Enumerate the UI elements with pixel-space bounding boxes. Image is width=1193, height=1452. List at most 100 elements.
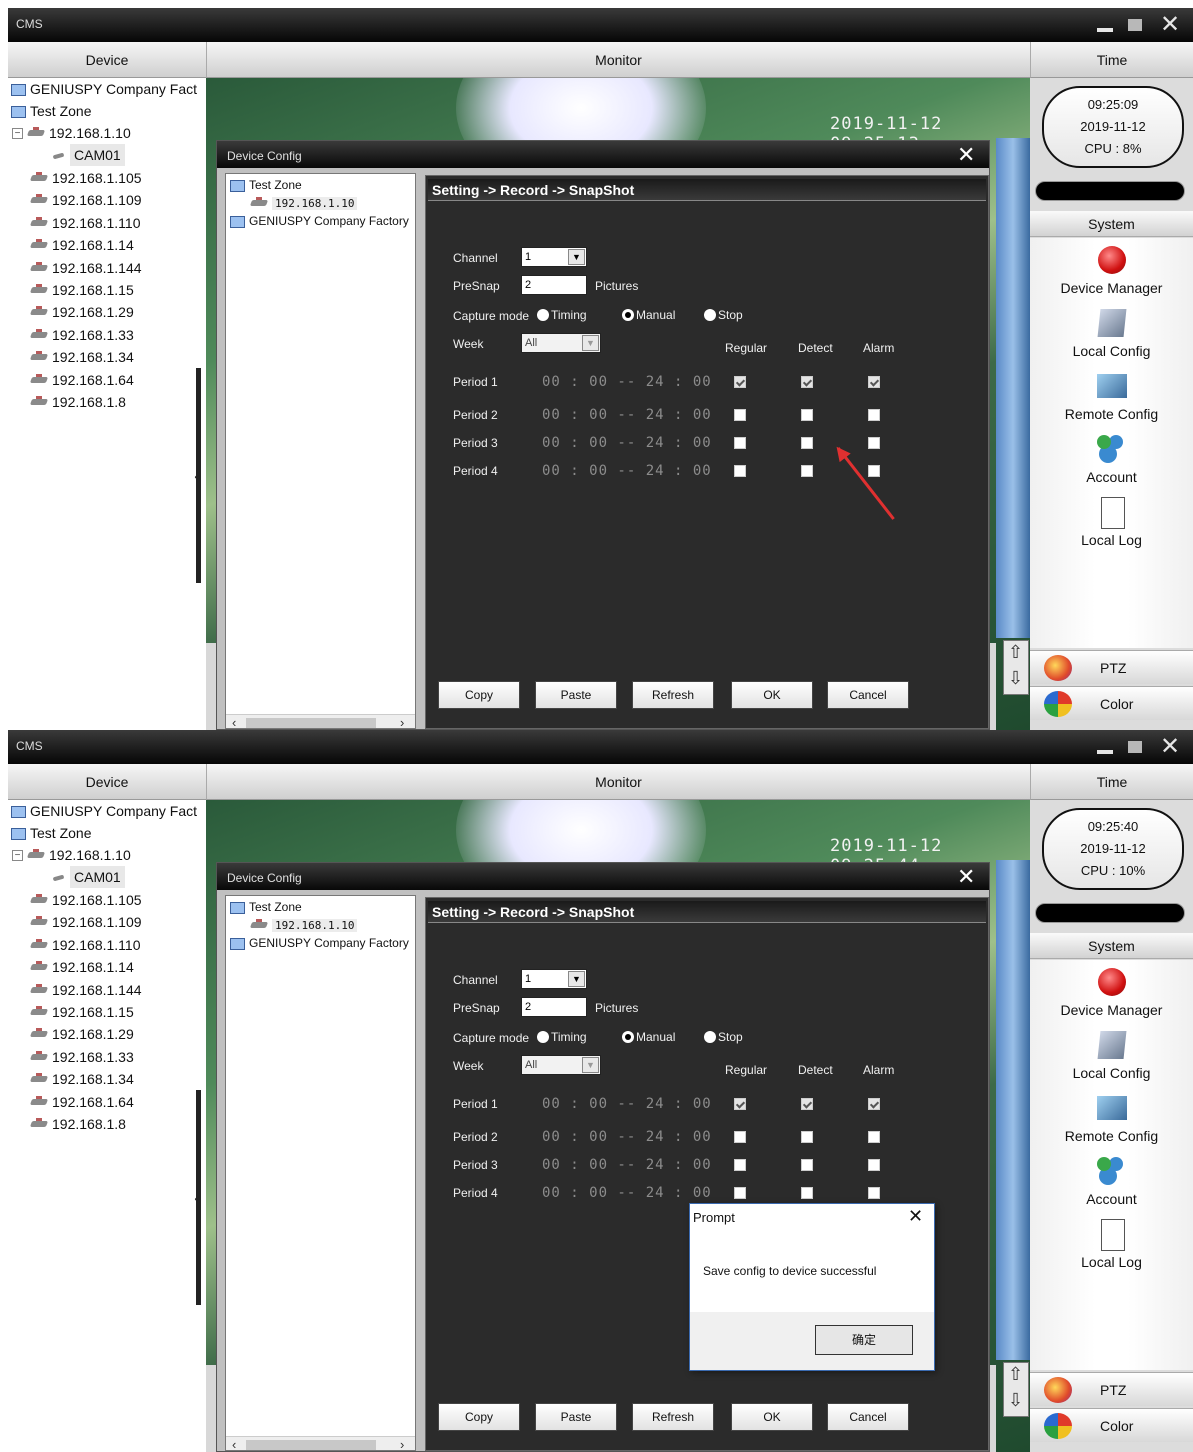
radio-icon[interactable] [537, 309, 549, 321]
period-time-range[interactable]: 00 : 00 -- 24 : 00 [542, 435, 712, 451]
close-icon[interactable]: ✕ [908, 1206, 923, 1227]
system-item-local-log[interactable]: Local Log [1030, 496, 1193, 548]
tree-item-device[interactable]: 192.168.1.15 [30, 1001, 134, 1023]
system-item-local-log[interactable]: Local Log [1030, 1218, 1193, 1270]
period-alarm-checkbox[interactable] [868, 437, 880, 449]
period-time-range[interactable]: 00 : 00 -- 24 : 00 [542, 374, 712, 390]
cancel-button[interactable]: Cancel [827, 1403, 909, 1431]
capture-mode-radio-manual[interactable]: Manual [622, 1030, 675, 1044]
tree-item-cam01[interactable]: CAM01 [52, 144, 125, 166]
period-time-range[interactable]: 00 : 00 -- 24 : 00 [542, 1157, 712, 1173]
ok-button[interactable]: OK [731, 681, 813, 709]
tree-item-device[interactable]: 192.168.1.109 [30, 189, 142, 211]
period-regular-checkbox[interactable] [734, 1131, 746, 1143]
tree-item-device[interactable]: 192.168.1.33 [30, 324, 134, 346]
period-alarm-checkbox[interactable] [868, 1131, 880, 1143]
period-regular-checkbox[interactable] [734, 376, 746, 388]
capture-mode-radio-manual[interactable]: Manual [622, 308, 675, 322]
scroll-thumb[interactable] [246, 1440, 376, 1450]
ptz-button[interactable]: PTZ [1030, 1372, 1193, 1406]
arrow-down-icon[interactable]: ⇩ [1008, 669, 1023, 687]
collapse-icon[interactable]: − [12, 127, 23, 139]
system-item-account[interactable]: Account [1030, 1155, 1193, 1207]
tree-item-device[interactable]: 192.168.1.34 [30, 1068, 134, 1090]
tree-item-cam01[interactable]: CAM01 [52, 866, 125, 888]
presnap-input[interactable]: 2 [521, 275, 587, 295]
capture-mode-radio-stop[interactable]: Stop [704, 1030, 743, 1044]
tree-item-device[interactable]: 192.168.1.64 [30, 1091, 134, 1113]
tree-item-device[interactable]: 192.168.1.14 [30, 234, 134, 256]
presnap-input[interactable]: 2 [521, 997, 587, 1017]
week-select[interactable]: All ▼ [521, 333, 601, 353]
arrow-up-icon[interactable]: ⇧ [1008, 1365, 1023, 1383]
tree-item-device[interactable]: 192.168.1.10 [250, 196, 358, 210]
tree-item-factory[interactable]: GENIUSPY Company Factory [229, 936, 409, 950]
period-alarm-checkbox[interactable] [868, 1098, 880, 1110]
close-icon[interactable]: ✕ [1158, 735, 1182, 759]
paste-button[interactable]: Paste [535, 681, 617, 709]
tree-item-device[interactable]: 192.168.1.64 [30, 369, 134, 391]
radio-icon[interactable] [537, 1031, 549, 1043]
channel-select[interactable]: 1 ▼ [521, 969, 587, 989]
system-item-remote-config[interactable]: Remote Config [1030, 1092, 1193, 1144]
system-item-device-manager[interactable]: Device Manager [1030, 244, 1193, 296]
cancel-button[interactable]: Cancel [827, 681, 909, 709]
tree-item-zone[interactable]: Test Zone [10, 100, 91, 122]
minimize-icon[interactable] [1093, 736, 1117, 758]
tree-item-device[interactable]: 192.168.1.110 [30, 934, 141, 956]
period-time-range[interactable]: 00 : 00 -- 24 : 00 [542, 1185, 712, 1201]
tree-item-device[interactable]: 192.168.1.33 [30, 1046, 134, 1068]
period-detect-checkbox[interactable] [801, 1131, 813, 1143]
period-regular-checkbox[interactable] [734, 409, 746, 421]
tree-item-device[interactable]: 192.168.1.29 [30, 1023, 134, 1045]
refresh-button[interactable]: Refresh [632, 1403, 714, 1431]
system-item-remote-config[interactable]: Remote Config [1030, 370, 1193, 422]
radio-icon[interactable] [704, 1031, 716, 1043]
dialog-title-bar[interactable]: Device Config ✕ [217, 141, 989, 168]
scroll-left-icon[interactable]: ‹ [232, 1437, 236, 1450]
period-detect-checkbox[interactable] [801, 376, 813, 388]
period-regular-checkbox[interactable] [734, 1159, 746, 1171]
color-button[interactable]: Color [1030, 1408, 1193, 1442]
period-time-range[interactable]: 00 : 00 -- 24 : 00 [542, 1129, 712, 1145]
collapse-panel-icon[interactable]: ‹ [194, 463, 201, 489]
period-alarm-checkbox[interactable] [868, 376, 880, 388]
tree-item-device[interactable]: 192.168.1.144 [30, 257, 142, 279]
period-alarm-checkbox[interactable] [868, 1159, 880, 1171]
scroll-left-icon[interactable]: ‹ [232, 715, 236, 728]
scroll-thumb[interactable] [246, 718, 376, 728]
period-time-range[interactable]: 00 : 00 -- 24 : 00 [542, 1096, 712, 1112]
system-item-local-config[interactable]: Local Config [1030, 1029, 1193, 1081]
chevron-down-icon[interactable]: ▼ [582, 1057, 599, 1073]
radio-icon[interactable] [622, 309, 634, 321]
period-alarm-checkbox[interactable] [868, 409, 880, 421]
paste-button[interactable]: Paste [535, 1403, 617, 1431]
close-icon[interactable]: ✕ [1158, 13, 1182, 37]
tree-item-zone[interactable]: Test Zone [10, 822, 91, 844]
close-icon[interactable]: ✕ [957, 864, 975, 890]
period-detect-checkbox[interactable] [801, 1159, 813, 1171]
period-alarm-checkbox[interactable] [868, 465, 880, 477]
system-item-local-config[interactable]: Local Config [1030, 307, 1193, 359]
tree-item-device[interactable]: 192.168.1.144 [30, 979, 142, 1001]
tree-item-device[interactable]: 192.168.1.8 [30, 391, 126, 413]
horizontal-scrollbar[interactable]: ‹ › [226, 1436, 415, 1450]
capture-mode-radio-timing[interactable]: Timing [537, 308, 587, 322]
ok-button[interactable]: OK [731, 1403, 813, 1431]
period-regular-checkbox[interactable] [734, 437, 746, 449]
period-time-range[interactable]: 00 : 00 -- 24 : 00 [542, 407, 712, 423]
copy-button[interactable]: Copy [438, 681, 520, 709]
color-button[interactable]: Color [1030, 686, 1193, 720]
collapse-icon[interactable]: − [12, 849, 23, 861]
period-regular-checkbox[interactable] [734, 1098, 746, 1110]
maximize-icon[interactable] [1123, 14, 1147, 36]
period-detect-checkbox[interactable] [801, 465, 813, 477]
horizontal-scrollbar[interactable]: ‹ › [226, 714, 415, 728]
maximize-icon[interactable] [1123, 736, 1147, 758]
radio-icon[interactable] [704, 309, 716, 321]
tree-item-device[interactable]: 192.168.1.15 [30, 279, 134, 301]
tree-item-device[interactable]: 192.168.1.29 [30, 301, 134, 323]
tree-item-device[interactable]: 192.168.1.10 [250, 918, 358, 932]
period-detect-checkbox[interactable] [801, 1098, 813, 1110]
tree-item-factory[interactable]: GENIUSPY Company Factory [229, 214, 409, 228]
